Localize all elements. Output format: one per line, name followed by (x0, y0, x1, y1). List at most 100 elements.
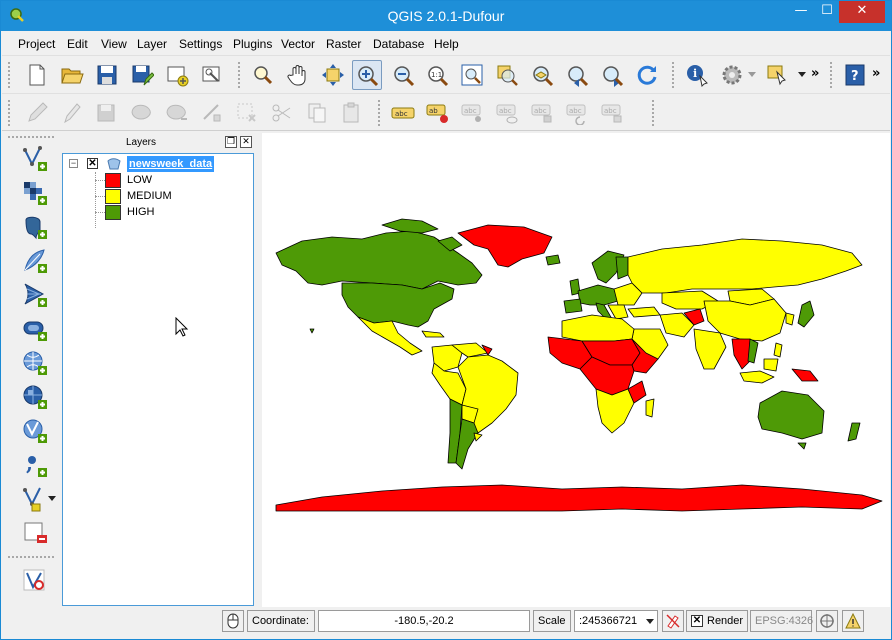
layers-panel-header[interactable]: Layers ❐ ✕ (61, 133, 255, 153)
delete-selected-button[interactable] (232, 98, 262, 128)
add-spatialite-layer-button[interactable] (20, 246, 50, 276)
panel-splitter[interactable] (255, 133, 262, 607)
pan-button[interactable] (283, 60, 313, 90)
add-wms-layer-button[interactable] (20, 348, 50, 378)
run-action-button[interactable] (717, 60, 747, 90)
toolbar-overflow-icon[interactable]: » (872, 66, 880, 81)
stop-render-button[interactable] (662, 610, 684, 632)
current-edits-button[interactable] (22, 98, 52, 128)
render-toggle[interactable]: ✕ Render (686, 610, 748, 632)
zoom-to-layer-button[interactable] (527, 60, 557, 90)
message-log-button[interactable] (222, 610, 244, 632)
menu-vector[interactable]: Vector (281, 37, 315, 51)
layer-visibility-checkbox[interactable]: ✕ (87, 158, 98, 169)
select-features-button[interactable] (762, 60, 792, 90)
save-project-button[interactable] (92, 60, 122, 90)
add-wfs-layer-button[interactable] (20, 416, 50, 446)
maximize-button[interactable]: ☐ (813, 1, 841, 23)
menu-raster[interactable]: Raster (326, 37, 361, 51)
add-wcs-layer-button[interactable] (20, 382, 50, 412)
toolbar-grip[interactable] (8, 100, 12, 126)
paste-features-button[interactable] (337, 98, 367, 128)
label-rotate-button[interactable]: abc (528, 98, 558, 128)
toolbar-grip[interactable] (830, 62, 834, 88)
label-pin-button[interactable]: ab (423, 98, 453, 128)
collapse-toggle[interactable]: − (69, 159, 78, 168)
georeferencer-button[interactable] (20, 566, 50, 596)
label-properties-button[interactable]: abc (598, 98, 628, 128)
messages-button[interactable] (842, 610, 864, 632)
toggle-editing-button[interactable] (57, 98, 87, 128)
menu-view[interactable]: View (101, 37, 127, 51)
layers-tree[interactable]: − ✕ newsweek_data LOW MEDIUM HIGH (62, 153, 254, 606)
menu-settings[interactable]: Settings (179, 37, 222, 51)
copy-features-button[interactable] (302, 98, 332, 128)
zoom-next-button[interactable] (597, 60, 627, 90)
identify-button[interactable]: i (682, 60, 712, 90)
remove-layer-button[interactable] (20, 518, 50, 548)
zoom-actual-size-button[interactable]: 1:1 (422, 60, 452, 90)
map-canvas[interactable] (262, 133, 890, 607)
add-mssql-layer-button[interactable] (20, 280, 50, 310)
scale-combobox[interactable]: :245366721 (574, 610, 658, 632)
layer-item[interactable]: − ✕ newsweek_data (65, 156, 251, 172)
title-bar[interactable]: QGIS 2.0.1-Dufour — ☐ ✕ (1, 1, 891, 31)
toolbar-grip[interactable] (652, 100, 656, 126)
zoom-in-button[interactable] (352, 60, 382, 90)
zoom-last-button[interactable] (562, 60, 592, 90)
crs-status-button[interactable]: EPSG:4326 (750, 610, 813, 632)
minimize-button[interactable]: — (787, 1, 815, 23)
close-panel-button[interactable]: ✕ (240, 136, 252, 148)
zoom-out-button[interactable] (388, 60, 418, 90)
menu-layer[interactable]: Layer (137, 37, 167, 51)
add-oracle-layer-button[interactable] (20, 314, 50, 344)
crs-settings-button[interactable] (816, 610, 838, 632)
chevron-down-icon[interactable] (798, 72, 806, 77)
toolbar-grip[interactable] (8, 556, 54, 558)
pan-to-selection-button[interactable] (318, 60, 348, 90)
menu-project[interactable]: Project (18, 37, 55, 51)
float-panel-button[interactable]: ❐ (225, 136, 237, 148)
new-print-composer-button[interactable] (162, 60, 192, 90)
composer-manager-button[interactable] (197, 60, 227, 90)
new-shapefile-layer-button[interactable] (20, 484, 50, 514)
add-feature-button[interactable] (127, 98, 157, 128)
cut-features-button[interactable] (267, 98, 297, 128)
layer-name[interactable]: newsweek_data (127, 156, 215, 172)
close-button[interactable]: ✕ (839, 1, 885, 23)
toolbar-overflow-icon[interactable]: » (811, 66, 819, 81)
toolbar-grip[interactable] (8, 136, 54, 138)
menu-plugins[interactable]: Plugins (233, 37, 272, 51)
add-postgis-layer-button[interactable] (20, 212, 50, 242)
open-project-button[interactable] (57, 60, 87, 90)
menu-help[interactable]: Help (434, 37, 459, 51)
main-toolbar: 1:1 i » ? » (2, 55, 890, 93)
move-feature-button[interactable] (162, 98, 192, 128)
coordinate-input[interactable]: -180.5,-20.2 (318, 610, 530, 632)
add-raster-layer-button[interactable] (20, 178, 50, 208)
label-change-button[interactable]: abc (563, 98, 593, 128)
label-move-button[interactable]: abc (458, 98, 488, 128)
toolbar-grip[interactable] (8, 62, 12, 88)
zoom-to-selection-button[interactable] (492, 60, 522, 90)
refresh-button[interactable] (632, 60, 662, 90)
toolbar-grip[interactable] (238, 62, 242, 88)
save-as-button[interactable] (127, 60, 157, 90)
node-tool-button[interactable] (197, 98, 227, 128)
save-edits-button[interactable] (92, 98, 122, 128)
zoom-full-button[interactable] (457, 60, 487, 90)
new-project-button[interactable] (22, 60, 52, 90)
add-delimited-text-layer-button[interactable]: , (20, 450, 50, 480)
touch-zoom-button[interactable] (248, 60, 278, 90)
menu-edit[interactable]: Edit (67, 37, 88, 51)
render-checkbox[interactable]: ✕ (691, 615, 703, 627)
chevron-down-icon[interactable] (48, 496, 56, 501)
help-button[interactable]: ? (840, 60, 870, 90)
toolbar-grip[interactable] (672, 62, 676, 88)
label-button[interactable]: abc (388, 98, 418, 128)
toolbar-grip[interactable] (378, 100, 382, 126)
add-vector-layer-button[interactable] (20, 144, 50, 174)
chevron-down-icon[interactable] (748, 72, 756, 77)
label-show-hide-button[interactable]: abc (493, 98, 523, 128)
menu-database[interactable]: Database (373, 37, 424, 51)
